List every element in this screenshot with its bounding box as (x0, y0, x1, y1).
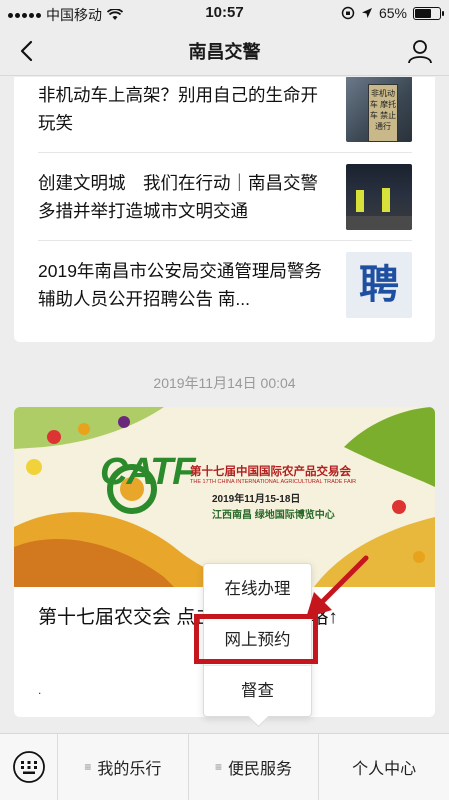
submenu-item-online-handling[interactable]: 在线办理 (204, 564, 311, 615)
battery-icon (413, 6, 444, 20)
menu-label: 个人中心 (352, 761, 417, 778)
keyboard-toggle-button[interactable] (0, 734, 58, 800)
list-item[interactable]: 创建文明城 我们在行动｜南昌交警多措并举打造城市文明交通 (38, 153, 412, 241)
status-bar: 中国移动 10:57 65% (0, 0, 449, 26)
figure-image (382, 188, 390, 212)
article-thumbnail: 聘 (346, 252, 412, 318)
menu-personal-center[interactable]: 个人中心 (319, 734, 449, 800)
keyboard-icon (13, 751, 45, 783)
banner-venue: 江西南昌 绿地国际博览中心 (212, 510, 335, 521)
orientation-lock-icon (341, 6, 355, 20)
road-image (346, 216, 412, 230)
list-item[interactable]: 2019年南昌市公安局交通管理局警务辅助人员公开招聘公告 南... 聘 (38, 241, 412, 329)
submenu-item-supervision[interactable]: 督查 (204, 666, 311, 717)
list-item[interactable]: 非机动车上高架？别用自己的生命开玩笑 非机动车 摩托车 禁止通行 (38, 77, 412, 153)
annotation-arrow-icon (306, 555, 369, 618)
menu-label: 我的乐行 (97, 761, 162, 778)
article-thumbnail (346, 164, 412, 230)
menu-my-lexing[interactable]: ≡ 我的乐行 (58, 734, 189, 800)
submenu-lines-icon: ≡ (214, 760, 222, 774)
banner-title: 第十七届中国国际农产品交易会 (190, 466, 351, 478)
article-thumbnail: 非机动车 摩托车 禁止通行 (346, 77, 412, 142)
banner-logo: CATF (100, 451, 195, 493)
article-title: 非机动车上高架？别用自己的生命开玩笑 (38, 85, 318, 133)
hiring-character: 聘 (359, 263, 399, 307)
status-right: 65% (341, 5, 444, 21)
location-icon (361, 8, 372, 18)
article-summary: . (38, 683, 42, 697)
battery-percent: 65% (378, 5, 407, 21)
article-title: 2019年南昌市公安局交通管理局警务辅助人员公开招聘公告 南... (38, 261, 322, 309)
message-timestamp: 2019年11月14日 00:04 (153, 375, 296, 391)
banner-date: 2019年11月15-18日 (212, 494, 301, 505)
battery-fill (415, 8, 431, 18)
user-profile-icon[interactable] (407, 38, 433, 64)
menu-convenience-service[interactable]: ≡ 便民服务 (189, 734, 320, 800)
sign-image: 非机动车 摩托车 禁止通行 (368, 84, 398, 142)
submenu-lines-icon: ≡ (84, 760, 92, 774)
article-group-card: 非机动车上高架？别用自己的生命开玩笑 非机动车 摩托车 禁止通行 创建文明城 我… (14, 77, 435, 342)
article-title: 创建文明城 我们在行动｜南昌交警多措并举打造城市文明交通 (38, 173, 318, 221)
menu-label: 便民服务 (228, 761, 293, 778)
nav-bar: 南昌交警 (0, 26, 449, 76)
page-title: 南昌交警 (188, 42, 261, 62)
figure-image (356, 190, 364, 212)
banner-subtitle: THE 17TH CHINA INTERNATIONAL AGRICULTURA… (190, 479, 357, 485)
bottom-menu-bar: ≡ 我的乐行 ≡ 便民服务 个人中心 (0, 733, 449, 800)
